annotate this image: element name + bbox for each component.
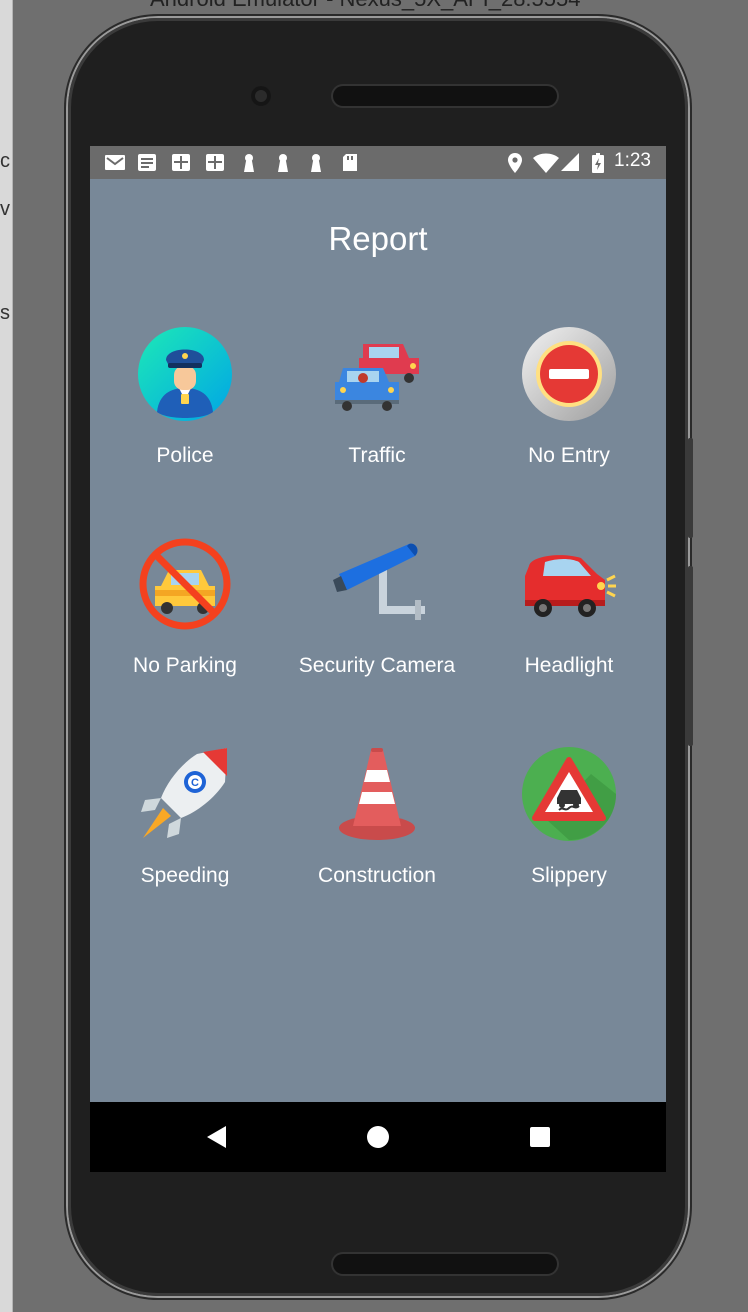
tile-speeding[interactable]: C Speeding xyxy=(90,746,280,936)
tile-label: Headlight xyxy=(524,654,614,677)
tile-label: No Entry xyxy=(528,444,610,467)
signal-icon xyxy=(561,153,579,171)
slippery-road-icon xyxy=(522,747,616,841)
tile-label: Slippery xyxy=(531,864,607,887)
rocket-icon: C xyxy=(141,748,227,838)
no-entry-icon xyxy=(522,327,616,421)
svg-text:C: C xyxy=(191,777,199,789)
status-bar: 1:23 xyxy=(90,146,666,179)
tile-construction[interactable]: Construction xyxy=(282,746,472,936)
location-icon xyxy=(508,153,522,173)
gmail-icon xyxy=(105,155,125,170)
tile-police[interactable]: Police xyxy=(90,326,280,516)
traffic-cars-icon xyxy=(335,344,419,411)
police-officer-icon xyxy=(138,327,232,421)
tile-label: Speeding xyxy=(140,864,230,887)
car-headlight-icon xyxy=(525,555,616,617)
calendar-icon xyxy=(206,154,224,171)
news-icon xyxy=(138,154,156,171)
tile-label: Police xyxy=(156,444,214,467)
no-parking-icon xyxy=(139,538,231,630)
wifi-icon xyxy=(533,153,559,173)
tile-label: Construction xyxy=(318,864,436,887)
security-camera-icon xyxy=(333,543,425,620)
tile-label: Security Camera xyxy=(298,654,456,677)
host-window-edge: c v s xyxy=(0,0,13,1312)
keyhole-icon xyxy=(244,154,254,172)
status-time: 1:23 xyxy=(614,150,651,171)
tile-security-camera[interactable]: Security Camera xyxy=(282,536,472,726)
page-title: Report xyxy=(328,220,428,257)
navigation-bar xyxy=(90,1102,666,1172)
tile-headlight[interactable]: Headlight xyxy=(474,536,664,726)
power-button xyxy=(688,438,693,538)
recents-icon[interactable] xyxy=(525,1122,555,1152)
home-icon[interactable] xyxy=(363,1122,393,1152)
bottom-speaker xyxy=(333,1254,557,1274)
tile-traffic[interactable]: Traffic xyxy=(282,326,472,516)
volume-button xyxy=(688,566,693,746)
battery-charging-icon xyxy=(592,153,604,173)
keyhole-icon xyxy=(278,154,288,172)
tile-no-entry[interactable]: No Entry xyxy=(474,326,664,516)
front-camera xyxy=(251,86,271,106)
traffic-cone-icon xyxy=(339,748,415,840)
app-screen: 1:23 Report Police Traffic No Entry No P… xyxy=(90,146,666,1172)
emulator-window-title: Android Emulator - Nexus_5X_API_28:5554 xyxy=(150,0,580,12)
calendar-icon xyxy=(172,154,190,171)
tile-label: No Parking xyxy=(133,654,237,677)
tile-no-parking[interactable]: No Parking xyxy=(90,536,280,726)
top-speaker xyxy=(333,86,557,106)
back-icon[interactable] xyxy=(202,1122,232,1152)
keyhole-icon xyxy=(311,154,321,172)
sd-card-icon xyxy=(343,154,357,171)
tile-label: Traffic xyxy=(348,444,406,467)
tile-slippery[interactable]: Slippery xyxy=(474,746,664,936)
